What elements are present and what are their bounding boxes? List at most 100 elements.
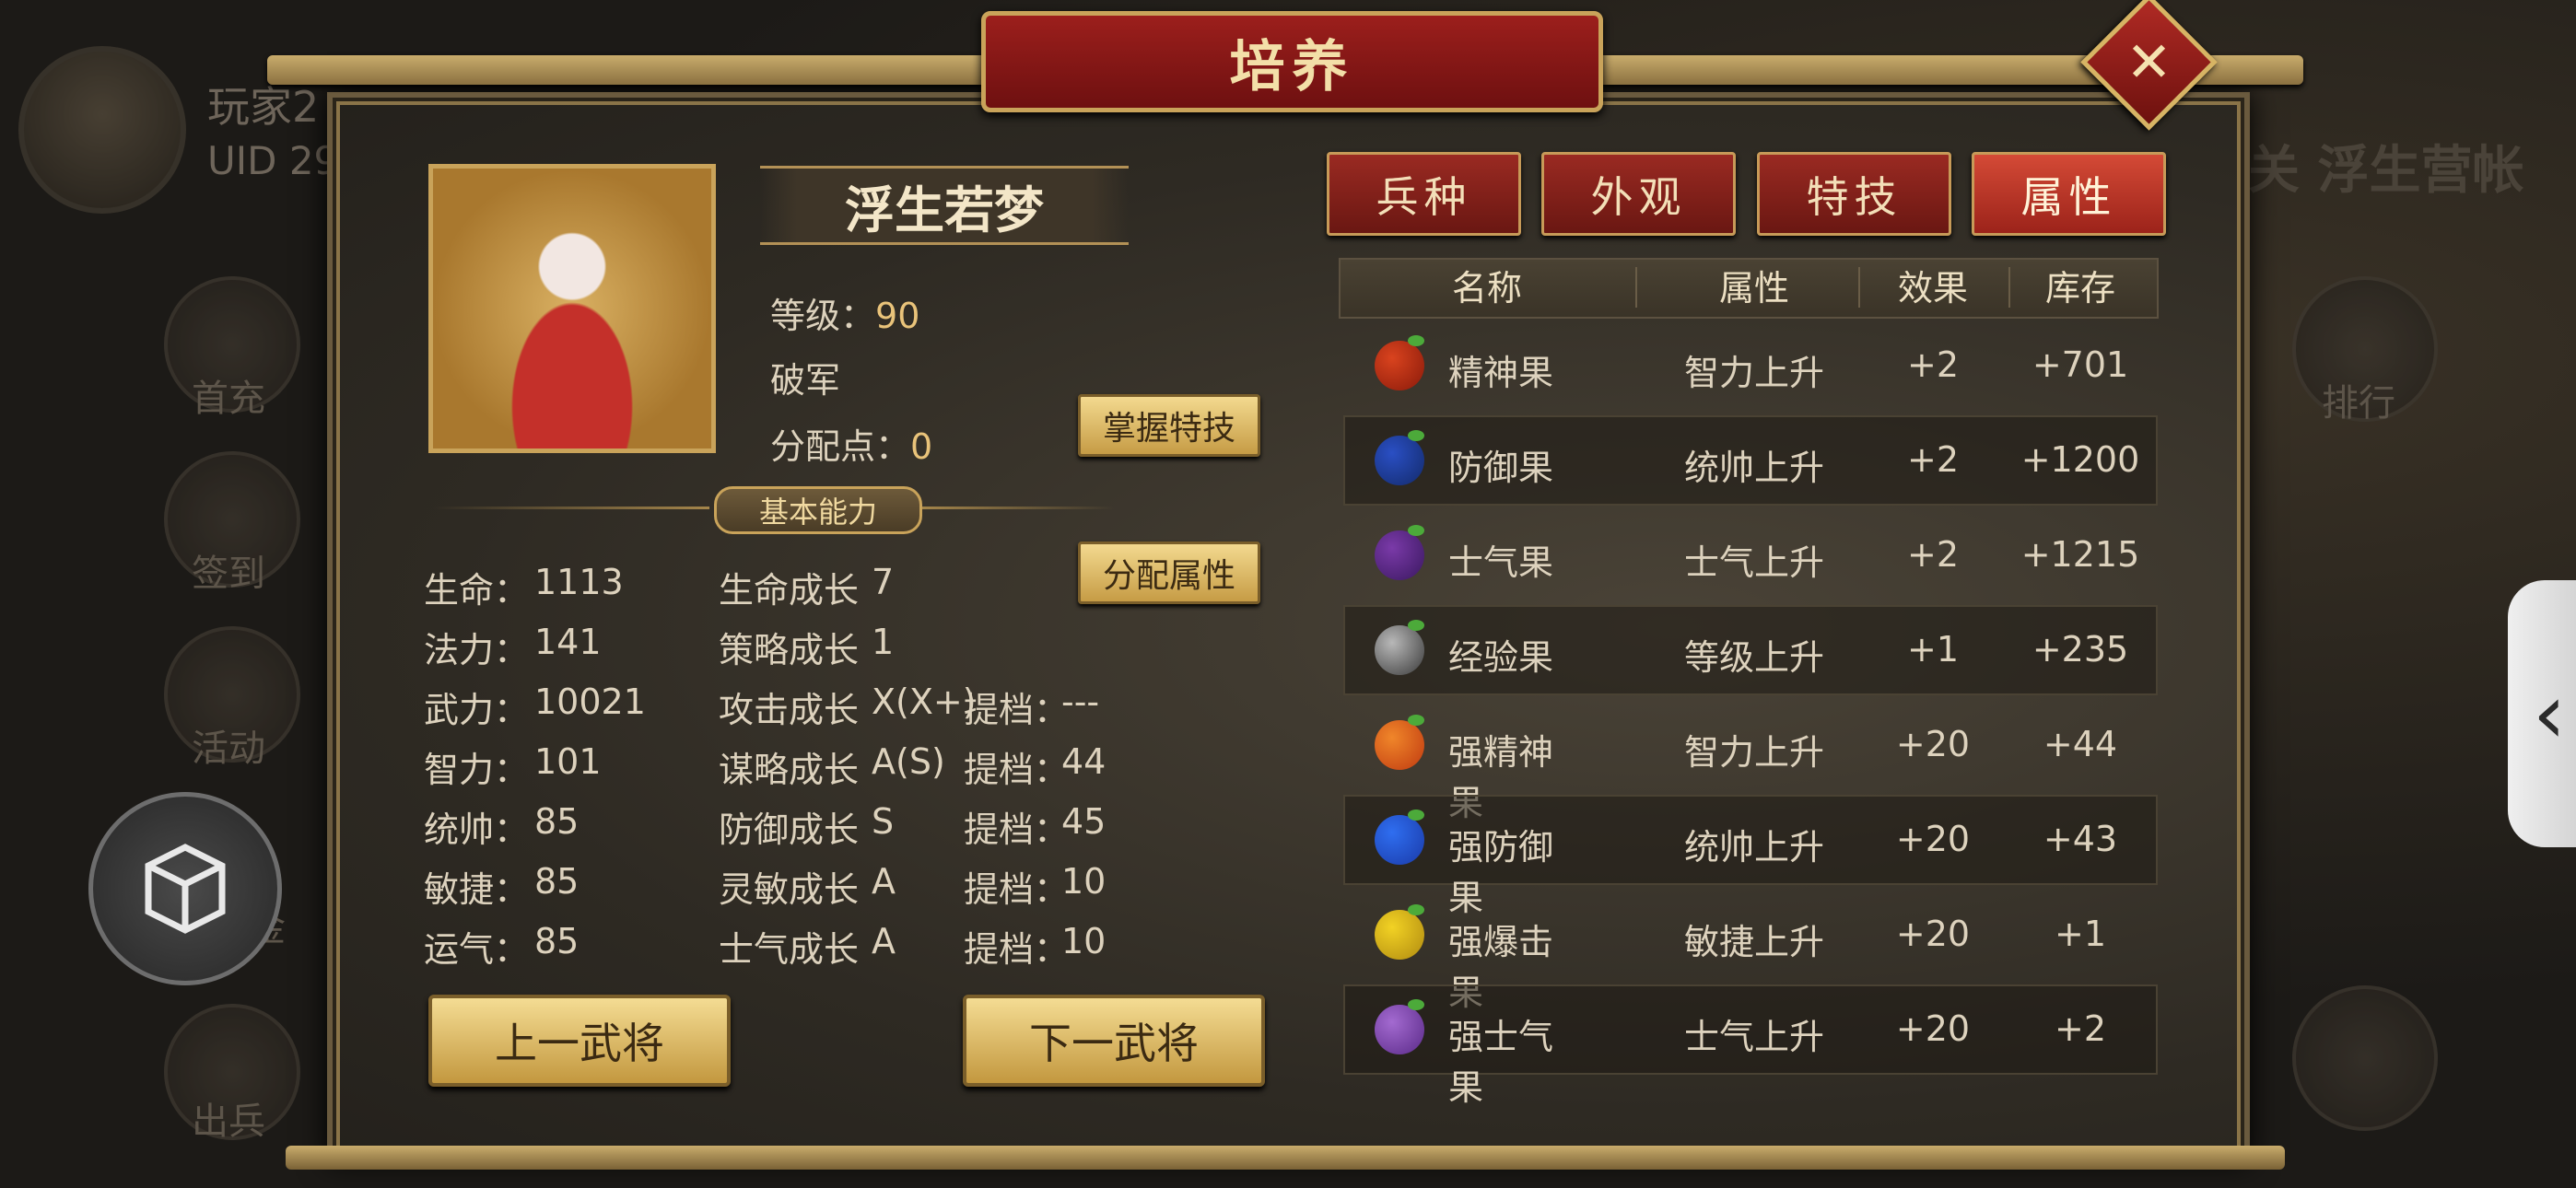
side-expand-tab[interactable]: ‹: [2508, 580, 2576, 847]
strong-defense-fruit-icon: [1375, 815, 1424, 865]
growth-label: 策略成长: [719, 630, 860, 670]
cell-name: 精神果: [1448, 353, 1554, 393]
growth-value: 1: [872, 622, 895, 662]
stat-label: 武力：: [424, 690, 530, 730]
cell-attr: 士气上升: [1683, 1017, 1824, 1057]
fruit-leaf-icon: [1408, 715, 1424, 726]
stat-label: 智力：: [424, 750, 530, 790]
tab-attributes[interactable]: 属性: [1972, 152, 2166, 236]
upgrade-value: 44: [1061, 741, 1107, 782]
stat-label: 运气：: [424, 929, 530, 970]
cell-effect: +2: [1906, 439, 1960, 480]
first-charge-label: 首充: [192, 378, 265, 420]
cell-effect: +20: [1895, 1008, 1971, 1049]
assign-attribute-button[interactable]: 分配属性: [1078, 542, 1260, 604]
morale-fruit-icon: [1375, 530, 1424, 580]
hero-level-value: 90: [875, 296, 920, 336]
hero-points: 分配点：0: [770, 426, 933, 467]
growth-label: 生命成长: [719, 570, 860, 611]
cell-name: 强士气果: [1448, 1017, 1554, 1108]
chevron-left-icon: ‹: [2533, 665, 2566, 763]
location-title: 关 浮生营帐: [2248, 141, 2524, 201]
stat-label: 统帅：: [424, 809, 530, 850]
defense-fruit-icon: [1375, 436, 1424, 485]
strong-spirit-fruit-icon: [1375, 720, 1424, 770]
stat-label: 法力：: [424, 630, 530, 670]
dispatch-label: 出兵: [192, 1101, 265, 1143]
growth-label: 谋略成长: [719, 750, 860, 790]
table-header-cell: 名称: [1451, 268, 1522, 309]
growth-value: A: [872, 921, 896, 961]
cell-stock: +701: [2032, 344, 2129, 385]
hero-points-value: 0: [910, 426, 933, 467]
cell-name: 士气果: [1448, 542, 1554, 583]
section-divider-left: [433, 507, 709, 509]
upgrade-label: 提档：: [964, 869, 1070, 910]
tab-appearance[interactable]: 外观: [1541, 152, 1736, 236]
growth-value: 7: [872, 562, 895, 602]
menu-button[interactable]: [2292, 985, 2438, 1131]
section-title: 基本能力: [714, 486, 922, 534]
table-header-cell: 效果: [1897, 268, 1968, 309]
cell-stock: +2: [2054, 1008, 2107, 1049]
cell-name: 经验果: [1448, 637, 1554, 678]
cube-icon: [145, 844, 226, 934]
upgrade-label: 提档：: [964, 690, 1070, 730]
cell-stock: +1: [2054, 914, 2107, 954]
cell-attr: 智力上升: [1683, 353, 1824, 393]
hero-level: 等级：90: [770, 296, 920, 336]
fruit-leaf-icon: [1408, 525, 1424, 536]
cell-attr: 士气上升: [1683, 542, 1824, 583]
stat-label: 生命：: [424, 570, 530, 611]
hero-class: 破军: [770, 360, 841, 401]
upgrade-value: 10: [1061, 921, 1107, 961]
column-divider: [1635, 267, 1637, 308]
master-skill-button[interactable]: 掌握特技: [1078, 394, 1260, 457]
hero-name: 浮生若梦: [845, 181, 1044, 239]
stat-value: 85: [534, 861, 580, 902]
cell-name: 防御果: [1448, 448, 1554, 488]
cell-attr: 统帅上升: [1683, 448, 1824, 488]
sign-in-label: 签到: [192, 553, 265, 595]
next-hero-button[interactable]: 下一武将: [963, 995, 1265, 1087]
fruit-leaf-icon: [1408, 904, 1424, 915]
stat-label: 敏捷：: [424, 869, 530, 910]
cell-effect: +2: [1906, 344, 1960, 385]
stat-value: 85: [534, 921, 580, 961]
section-divider-right: [921, 507, 1115, 509]
upgrade-value: ---: [1061, 681, 1100, 722]
exp-fruit-icon: [1375, 625, 1424, 675]
ranking-label: 排行: [2322, 382, 2395, 425]
upgrade-label: 提档：: [964, 750, 1070, 790]
table-header-cell: 库存: [2044, 268, 2115, 309]
tab-troops[interactable]: 兵种: [1327, 152, 1521, 236]
growth-value: A: [872, 861, 896, 902]
growth-label: 灵敏成长: [719, 869, 860, 910]
stat-value: 85: [534, 801, 580, 842]
stat-value: 10021: [534, 681, 646, 722]
growth-label: 士气成长: [719, 929, 860, 970]
cell-stock: +44: [2043, 724, 2118, 764]
table-header-cell: 属性: [1718, 268, 1789, 309]
growth-value: S: [872, 801, 895, 842]
player-avatar[interactable]: [18, 46, 186, 214]
upgrade-value: 10: [1061, 861, 1107, 902]
cube-menu-button[interactable]: [88, 792, 282, 985]
growth-label: 防御成长: [719, 809, 860, 850]
stat-value: 1113: [534, 562, 624, 602]
close-icon[interactable]: ✕: [2101, 14, 2197, 111]
tab-skills[interactable]: 特技: [1757, 152, 1951, 236]
cell-effect: +20: [1895, 724, 1971, 764]
fruit-leaf-icon: [1408, 809, 1424, 821]
stat-value: 101: [534, 741, 602, 782]
cell-effect: +1: [1906, 629, 1960, 670]
prev-hero-button[interactable]: 上一武将: [428, 995, 731, 1087]
fruit-leaf-icon: [1408, 620, 1424, 631]
hero-portrait: [428, 164, 716, 453]
strong-crit-fruit-icon: [1375, 910, 1424, 960]
fruit-leaf-icon: [1408, 999, 1424, 1010]
growth-value: X(X+): [872, 681, 977, 722]
growth-label: 攻击成长: [719, 690, 860, 730]
player-uid: UID 29: [207, 138, 339, 183]
fruit-leaf-icon: [1408, 430, 1424, 441]
